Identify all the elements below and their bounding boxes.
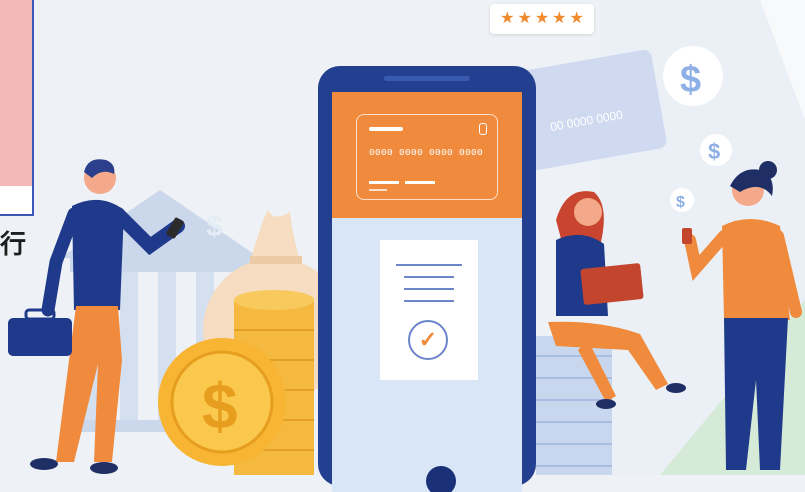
- svg-text:$: $: [708, 139, 720, 164]
- card-chip-icon: [479, 123, 487, 135]
- rating-stars: ★ ★ ★ ★ ★: [490, 4, 594, 34]
- phone-speaker: [384, 76, 470, 81]
- star-icon: ★: [500, 10, 515, 27]
- star-icon: ★: [569, 10, 584, 27]
- star-icon: ★: [552, 10, 567, 27]
- laptop-icon: [580, 263, 644, 305]
- home-button: [426, 466, 456, 492]
- receipt: ✓: [380, 240, 478, 380]
- illustration-scene: $ $ 00 0000 0000 $ $ $ 行 ★ ★ ★ ★ ★ 0000 …: [0, 0, 805, 492]
- coin-icon: $: [158, 338, 286, 466]
- screen-header: 0000 0000 0000 0000: [332, 92, 522, 218]
- check-icon: ✓: [408, 320, 448, 360]
- card-number: 0000 0000 0000 0000: [369, 147, 484, 158]
- briefcase-icon: [8, 318, 72, 356]
- svg-text:$: $: [202, 370, 238, 442]
- svg-text:$: $: [676, 194, 685, 211]
- left-panel-text: 行: [0, 230, 27, 260]
- phone-screen: 0000 0000 0000 0000 ✓: [332, 92, 522, 492]
- svg-text:$: $: [206, 210, 223, 243]
- phone-icon: [682, 228, 692, 244]
- star-icon: ★: [517, 10, 532, 27]
- left-panel-fill: [0, 0, 32, 186]
- star-icon: ★: [534, 10, 550, 27]
- left-panel-card: [0, 0, 34, 216]
- credit-card: 0000 0000 0000 0000: [356, 114, 498, 200]
- smartphone: 0000 0000 0000 0000 ✓: [318, 66, 536, 492]
- svg-text:$: $: [680, 59, 701, 101]
